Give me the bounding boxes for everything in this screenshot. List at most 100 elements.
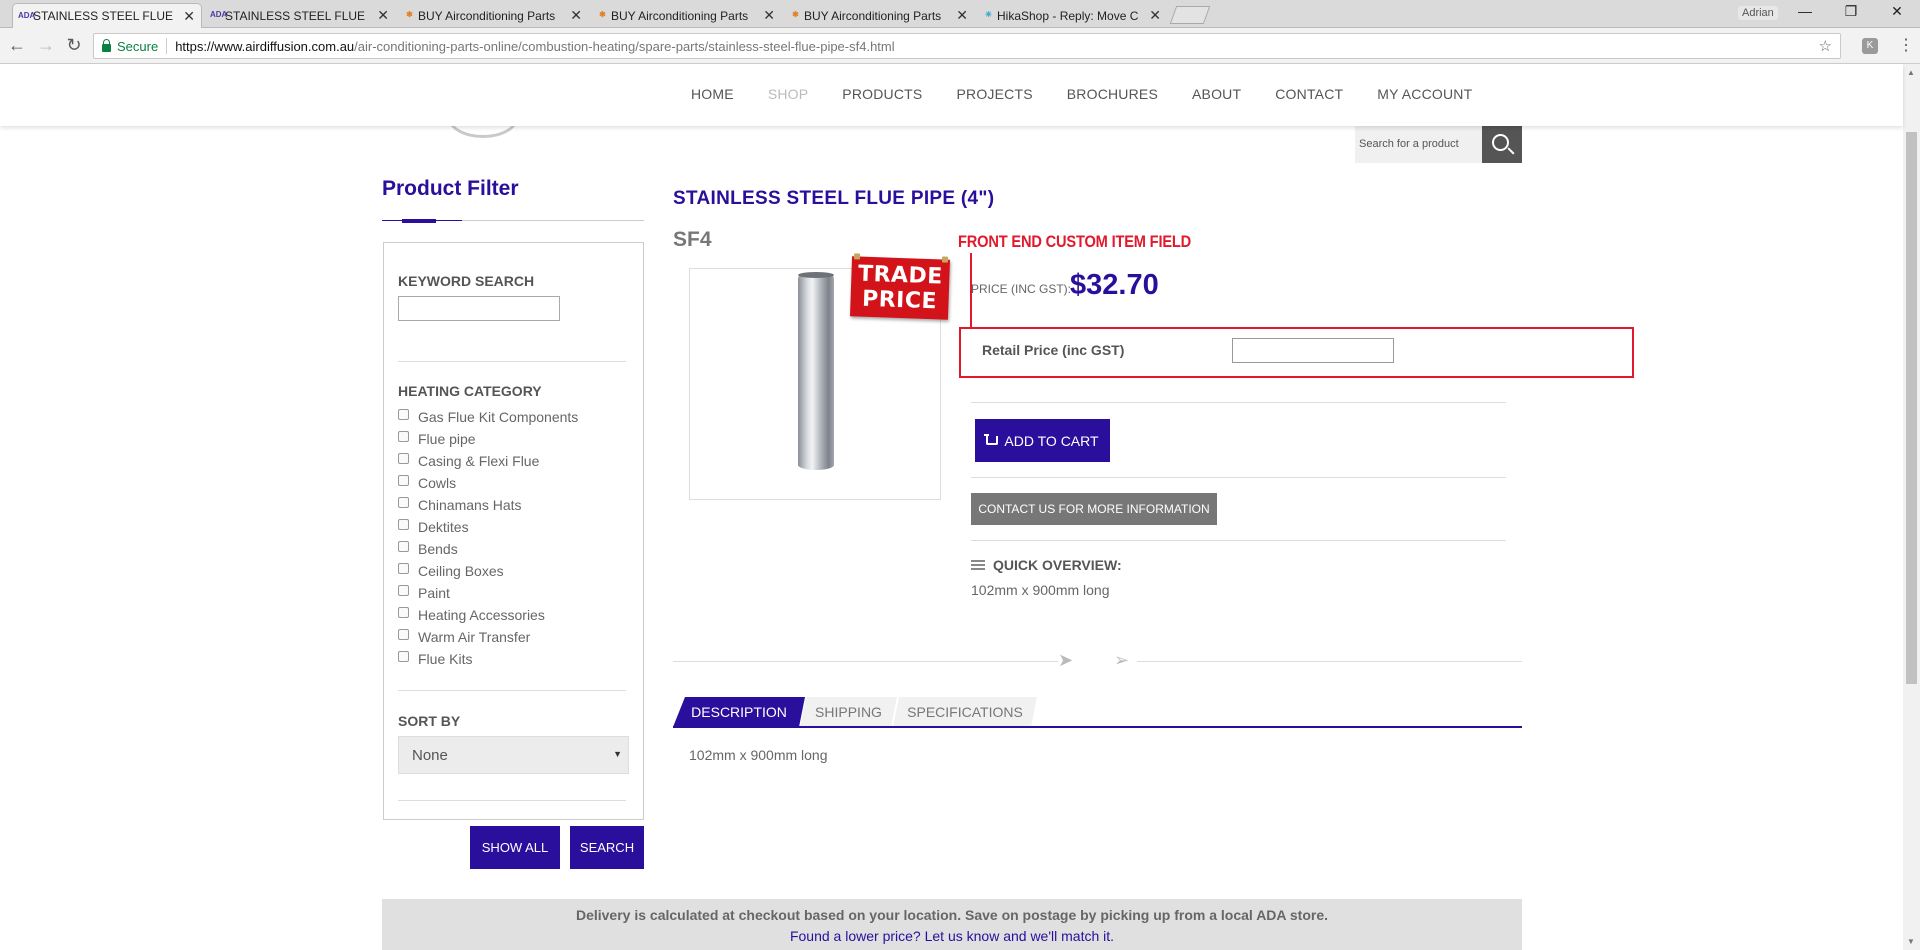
- browser-tab[interactable]: ✱ BUY Airconditioning Parts ✕: [398, 3, 588, 28]
- category-checkbox-row[interactable]: Bends: [398, 540, 458, 557]
- browser-tab[interactable]: ✳ HikaShop - Reply: Move C ✕: [977, 3, 1167, 28]
- forward-arrow-icon[interactable]: →: [36, 36, 56, 54]
- category-checkbox-row[interactable]: Cowls: [398, 474, 456, 491]
- tab-title: BUY Airconditioning Parts: [804, 8, 942, 23]
- tab-specifications[interactable]: SPECIFICATIONS: [893, 697, 1037, 727]
- add-to-cart-label: ADD TO CART: [1004, 432, 1099, 449]
- back-arrow-icon[interactable]: ←: [7, 36, 27, 54]
- close-icon[interactable]: ✕: [956, 7, 968, 24]
- profile-user-label[interactable]: Adrian: [1738, 6, 1778, 20]
- category-checkbox-row[interactable]: Dektites: [398, 518, 469, 535]
- maximize-icon[interactable]: ❐: [1828, 3, 1874, 20]
- checkbox[interactable]: [398, 562, 409, 574]
- lower-price-link[interactable]: Found a lower price? Let us know and we'…: [382, 928, 1522, 944]
- checkbox[interactable]: [398, 518, 409, 530]
- url-path: /air-conditioning-parts-online/combustio…: [354, 38, 895, 54]
- product-filter-title: Product Filter: [382, 177, 519, 200]
- category-checkbox-row[interactable]: Gas Flue Kit Components: [398, 408, 578, 425]
- section-divider: [673, 661, 1058, 662]
- nav-contact[interactable]: CONTACT: [1275, 86, 1343, 102]
- browser-tab[interactable]: ✱ BUY Airconditioning Parts ✕: [784, 3, 974, 28]
- close-icon[interactable]: ✕: [1149, 7, 1161, 24]
- main-nav: HOME SHOP PRODUCTS PROJECTS BROCHURES AB…: [691, 86, 1506, 102]
- tab-title: STAINLESS STEEL FLUE PI: [33, 9, 175, 23]
- scrollbar-thumb[interactable]: [1906, 132, 1917, 684]
- contact-us-button[interactable]: CONTACT US FOR MORE INFORMATION: [971, 493, 1217, 525]
- checkbox[interactable]: [398, 650, 409, 662]
- reload-icon[interactable]: ↻: [64, 36, 84, 54]
- nav-shop[interactable]: SHOP: [768, 86, 808, 102]
- checkbox[interactable]: [398, 540, 409, 552]
- product-title: STAINLESS STEEL FLUE PIPE (4"): [673, 188, 995, 209]
- filter-divider: [398, 800, 626, 801]
- category-checkbox-row[interactable]: Casing & Flexi Flue: [398, 452, 539, 469]
- new-tab-button[interactable]: [1169, 6, 1211, 24]
- checkbox[interactable]: [398, 452, 409, 464]
- nav-about[interactable]: ABOUT: [1192, 86, 1241, 102]
- checkbox[interactable]: [398, 408, 409, 420]
- scroll-down-icon[interactable]: ▼: [1907, 937, 1915, 946]
- category-checkbox-row[interactable]: Chinamans Hats: [398, 496, 522, 513]
- close-icon[interactable]: ✕: [377, 7, 389, 24]
- category-checkbox-row[interactable]: Warm Air Transfer: [398, 628, 530, 645]
- category-label: Heating Accessories: [418, 607, 545, 623]
- category-checkbox-row[interactable]: Flue pipe: [398, 430, 476, 447]
- checkbox[interactable]: [398, 496, 409, 508]
- show-all-button[interactable]: SHOW ALL: [470, 826, 560, 869]
- checkbox[interactable]: [398, 584, 409, 596]
- flue-pipe-image: [798, 274, 834, 470]
- category-checkbox-row[interactable]: Paint: [398, 584, 450, 601]
- price-value: $32.70: [1070, 269, 1159, 301]
- category-label: Flue Kits: [418, 651, 473, 667]
- category-checkbox-row[interactable]: Flue Kits: [398, 650, 473, 667]
- sort-selected-value: None: [412, 747, 448, 764]
- filter-divider: [398, 361, 626, 362]
- category-checkbox-row[interactable]: Heating Accessories: [398, 606, 545, 623]
- address-bar[interactable]: Secure https://www.airdiffusion.com.au/a…: [93, 33, 1841, 59]
- browser-menu-icon[interactable]: ⋮: [1898, 37, 1914, 55]
- scroll-up-icon[interactable]: ▲: [1907, 68, 1915, 77]
- extension-icon[interactable]: K: [1862, 38, 1878, 54]
- browser-toolbar: ← → ↻ Secure https://www.airdiffusion.co…: [0, 28, 1920, 64]
- add-to-cart-button[interactable]: ADD TO CART: [975, 419, 1110, 462]
- search-button[interactable]: [1482, 126, 1522, 163]
- browser-tab[interactable]: ✱ BUY Airconditioning Parts ✕: [591, 3, 781, 28]
- retail-price-input[interactable]: [1232, 338, 1394, 363]
- close-icon[interactable]: ✕: [570, 7, 582, 24]
- search-placeholder: Search for a product: [1359, 138, 1459, 150]
- checkbox[interactable]: [398, 606, 409, 618]
- nav-my-account[interactable]: MY ACCOUNT: [1377, 86, 1472, 102]
- close-icon[interactable]: ✕: [763, 7, 775, 24]
- search-filter-button[interactable]: SEARCH: [570, 826, 644, 869]
- category-checkbox-row[interactable]: Ceiling Boxes: [398, 562, 504, 579]
- ada-logo-icon: ADA: [18, 11, 36, 20]
- paper-plane-icon: ➤: [1058, 650, 1074, 670]
- product-divider: [971, 540, 1506, 541]
- checkbox[interactable]: [398, 628, 409, 640]
- tab-description[interactable]: DESCRIPTION: [673, 697, 805, 727]
- checkbox[interactable]: [398, 474, 409, 486]
- product-divider: [971, 402, 1506, 403]
- sort-by-select[interactable]: None ▼: [398, 736, 629, 774]
- list-icon: [971, 560, 985, 570]
- browser-tab[interactable]: ADA STAINLESS STEEL FLUE PI ✕: [205, 3, 395, 28]
- address-separator: [166, 38, 168, 54]
- hikashop-icon: ✳: [985, 10, 992, 19]
- minimize-icon[interactable]: —: [1782, 3, 1828, 19]
- nav-brochures[interactable]: BROCHURES: [1067, 86, 1158, 102]
- delivery-text: Delivery is calculated at checkout based…: [575, 907, 1329, 923]
- category-label: Dektites: [418, 519, 469, 535]
- category-label: Paint: [418, 585, 450, 601]
- category-label: Flue pipe: [418, 431, 476, 447]
- tab-shipping[interactable]: SHIPPING: [800, 697, 897, 727]
- nav-products[interactable]: PRODUCTS: [842, 86, 922, 102]
- page-scrollbar[interactable]: ▲ ▼: [1903, 64, 1920, 950]
- window-close-icon[interactable]: ✕: [1874, 3, 1920, 20]
- checkbox[interactable]: [398, 430, 409, 442]
- nav-projects[interactable]: PROJECTS: [956, 86, 1032, 102]
- nav-home[interactable]: HOME: [691, 86, 734, 102]
- bookmark-star-icon[interactable]: ☆: [1819, 37, 1832, 55]
- browser-tab[interactable]: ADA STAINLESS STEEL FLUE PI ✕: [12, 3, 202, 28]
- close-icon[interactable]: ✕: [183, 8, 195, 25]
- keyword-search-input[interactable]: [398, 296, 560, 321]
